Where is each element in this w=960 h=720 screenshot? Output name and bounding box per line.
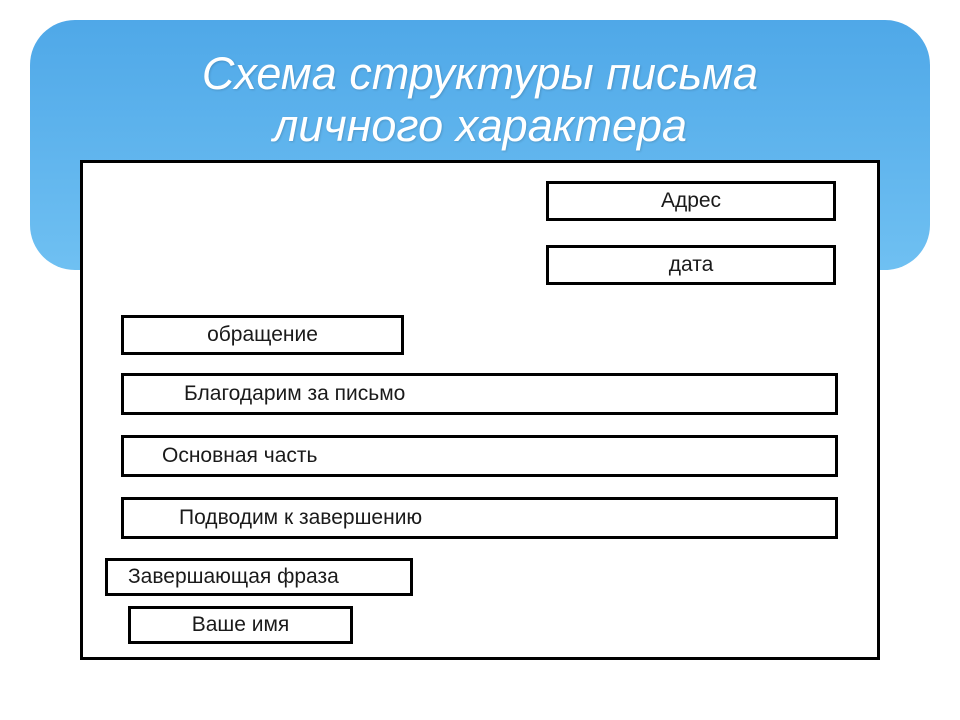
field-phrase: Завершающая фраза — [105, 558, 413, 596]
field-date: дата — [546, 245, 836, 285]
field-closing-label: Подводим к завершению — [179, 506, 422, 530]
field-closing: Подводим к завершению — [121, 497, 838, 539]
field-thanks: Благодарим за письмо — [121, 373, 838, 415]
field-address-label: Адрес — [661, 189, 721, 213]
field-greeting-label: обращение — [207, 323, 318, 347]
title-line-1: Схема структуры письма — [202, 48, 758, 99]
field-phrase-label: Завершающая фраза — [128, 565, 339, 589]
letter-structure-diagram: Адрес дата обращение Благодарим за письм… — [80, 160, 880, 660]
field-address: Адрес — [546, 181, 836, 221]
field-thanks-label: Благодарим за письмо — [184, 382, 405, 406]
slide-title: Схема структуры письма личного характера — [0, 48, 960, 152]
field-greeting: обращение — [121, 315, 404, 355]
field-name-label: Ваше имя — [192, 613, 290, 637]
field-date-label: дата — [669, 253, 714, 277]
field-name: Ваше имя — [128, 606, 353, 644]
title-line-2: личного характера — [273, 100, 687, 151]
field-main: Основная часть — [121, 435, 838, 477]
field-main-label: Основная часть — [162, 444, 317, 468]
